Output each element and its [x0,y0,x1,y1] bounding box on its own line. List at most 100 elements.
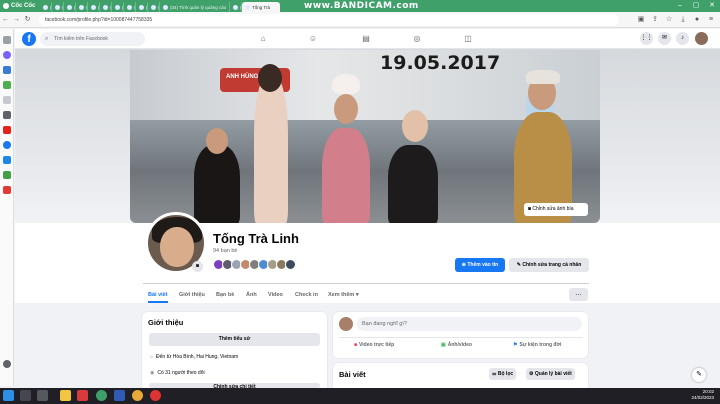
tab-checkins[interactable]: Check in [295,287,318,303]
home-icon[interactable]: ⌂ [257,33,269,45]
add-story-button[interactable]: ⊕ Thêm vào tin [455,258,505,272]
news-icon[interactable] [2,156,11,164]
stats-icon[interactable] [2,66,11,74]
facebook-icon[interactable] [2,141,11,149]
taskbar-search-icon[interactable] [20,390,31,401]
account-avatar[interactable] [695,32,708,45]
tab-favicon-icon [139,4,144,10]
cover-person-head [258,64,282,92]
chevron-down-icon: ▾ [355,292,359,298]
youtube-icon[interactable] [2,126,11,134]
browser-tab[interactable]: (N) [88,2,100,12]
reload-icon[interactable]: ↻ [22,13,33,27]
photo-video-button[interactable]: ▣ Ảnh/video [441,342,472,348]
close-icon[interactable]: ✕ [704,0,720,12]
minimize-icon[interactable]: – [672,0,688,12]
shop-icon[interactable] [2,171,11,179]
location-icon: ⌂ [150,354,154,360]
browser-tab[interactable]: (N) [148,2,160,12]
back-icon[interactable]: ← [0,13,11,27]
menu-icon[interactable]: ≡ [706,13,716,27]
browser-tab[interactable]: (34) Tình quản lý quảng cáo [160,2,230,12]
search-input[interactable]: ⌕ Tìm kiếm trên Facebook [40,32,145,46]
profile-icon[interactable]: ● [692,13,702,27]
tab-more[interactable]: Xem thêm ▾ [328,287,359,303]
game-icon[interactable] [2,81,11,89]
messenger-icon[interactable]: ✉ [658,32,671,45]
windows-start-icon[interactable] [3,390,14,401]
explorer-icon[interactable] [60,390,71,401]
tab-favicon-icon [127,4,132,10]
new-message-icon[interactable]: ✎ [692,368,706,382]
browser-tab[interactable]: (N) [124,2,136,12]
browser-tab[interactable]: (N) [112,2,124,12]
friends-icon[interactable]: ☺ [307,33,319,45]
download-icon[interactable]: ⤓ [678,13,688,27]
plus-icon[interactable] [2,111,11,119]
posts-title: Bài viết [339,370,366,379]
history-icon[interactable] [2,36,11,44]
more-options-button[interactable]: … [569,288,588,301]
tab-favicon-icon [67,4,72,10]
browser-tab[interactable]: (N) [40,2,52,12]
browser-tab[interactable]: (N) [136,2,148,12]
browser-logo[interactable]: Cốc Cốc [0,0,40,12]
composer-input[interactable]: Bạn đang nghĩ gì? [357,317,582,331]
add-icon[interactable] [2,96,11,104]
header-divider [143,283,589,284]
browser-tab[interactable]: (N) [76,2,88,12]
tab-favicon-icon [115,4,120,10]
tab-favicon-icon [163,4,168,10]
browser-tab[interactable]: (N) [100,2,112,12]
cover-photo[interactable]: ANH HÙNG 19.05.2017 [130,50,600,223]
app-icon[interactable] [77,390,88,401]
music-icon[interactable] [2,186,11,194]
coccoc-icon [3,3,9,9]
clock[interactable]: 20:02 24/02/2023 [691,389,714,401]
tab-posts[interactable]: Bài viết [148,287,168,303]
browser-tab[interactable]: (N) [64,2,76,12]
browser-tab[interactable]: Tống Trà [242,2,280,12]
edit-cover-button[interactable]: ◙ Chỉnh sửa ảnh bìa [524,203,588,216]
forward-icon[interactable]: → [11,13,22,27]
groups-icon[interactable]: ◎ [411,33,423,45]
camera-icon[interactable]: ◙ [192,261,203,272]
bell-icon[interactable]: ♪ [676,32,689,45]
filter-button[interactable]: ⚌ Bộ lọc [489,368,517,380]
tab-about[interactable]: Giới thiệu [179,287,205,303]
maximize-icon[interactable]: ▢ [688,0,704,12]
facebook-logo-icon[interactable]: f [22,32,36,46]
friends-count[interactable]: 94 bạn bè [213,248,237,254]
marketplace-icon[interactable]: ▤ [360,33,372,45]
bookmark-icon[interactable]: ☆ [664,13,674,27]
friend-avatar[interactable] [285,259,296,270]
browser-tab[interactable]: (N) [52,2,64,12]
life-event-button[interactable]: ⚑ Sự kiện trong đời [513,342,561,348]
taskview-icon[interactable] [37,390,48,401]
edit-profile-button[interactable]: ✎ Chỉnh sửa trang cá nhân [509,258,589,272]
notification-icon[interactable] [3,360,11,368]
screenshot-icon[interactable]: ▣ [636,13,646,27]
avatar-face [160,227,194,267]
coccoc-icon[interactable] [96,390,107,401]
app-icon[interactable] [114,390,125,401]
profile-header [15,223,720,303]
live-video-button[interactable]: ■ Video trực tiếp [354,342,394,348]
chrome-icon[interactable] [132,390,143,401]
browser-tab[interactable]: (N) [230,2,242,12]
messenger-icon[interactable] [2,51,11,59]
tab-favicon-icon [151,4,156,10]
manage-posts-button[interactable]: ⚙ Quản lý bài viết [526,368,575,380]
composer-divider [339,337,583,338]
menu-grid-icon[interactable]: ⋮⋮ [640,32,653,45]
url-input[interactable]: facebook.com/profile.php?id=100087447758… [39,13,619,26]
add-bio-button[interactable]: Thêm tiểu sử [149,333,320,346]
profile-name: Tống Trà Linh [213,231,299,246]
record-icon[interactable] [150,390,161,401]
followers-row[interactable]: ◉ Có 31 người theo dõi [150,370,205,376]
share-icon[interactable]: ⇪ [650,13,660,27]
tab-friends[interactable]: Bạn bè [216,287,234,303]
tab-photos[interactable]: Ảnh [246,287,257,303]
gaming-icon[interactable]: ◫ [462,33,474,45]
tab-videos[interactable]: Video [268,287,283,303]
